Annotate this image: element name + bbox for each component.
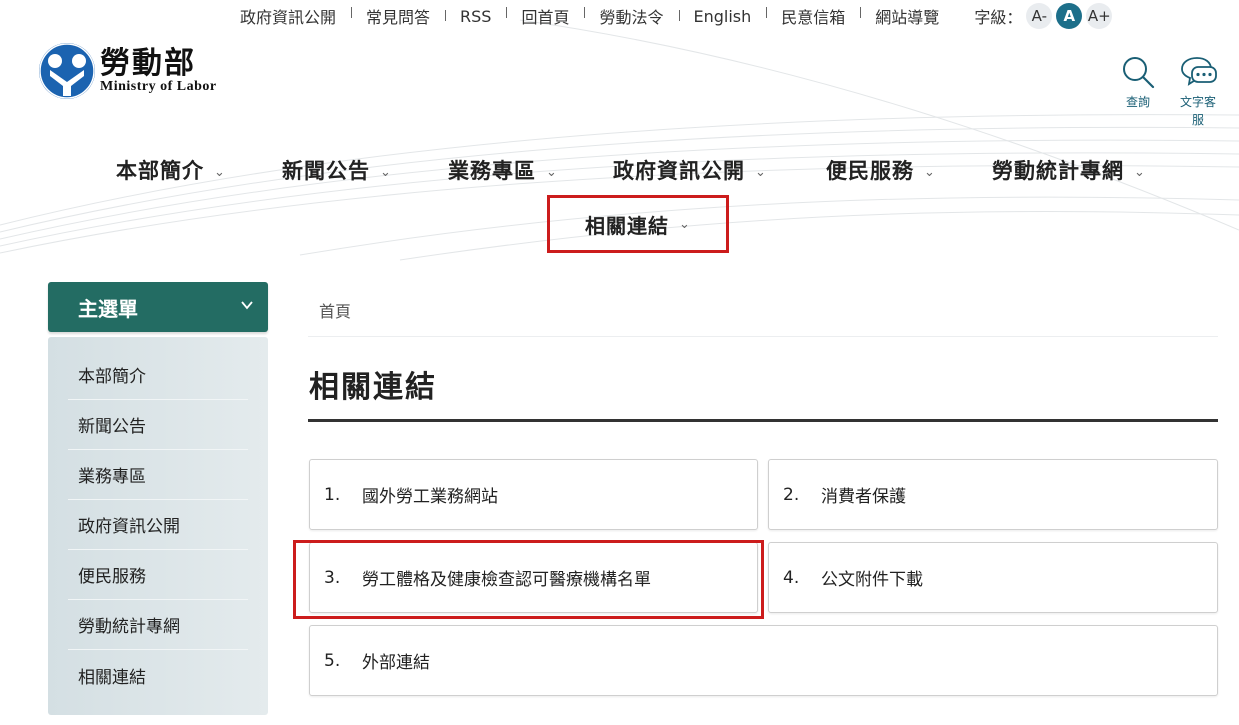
sidebar-item-about[interactable]: 本部簡介 [68, 350, 248, 400]
nav-item-label: 勞動統計專網 [992, 159, 1124, 183]
nav-item-gov-info[interactable]: 政府資訊公開 ⌄ [613, 155, 767, 185]
sidebar-menu: 本部簡介 新聞公告 業務專區 政府資訊公開 便民服務 勞動統計專網 相關連結 [48, 337, 268, 715]
nav-item-label: 本部簡介 [116, 159, 204, 183]
top-link-gov-info[interactable]: 政府資訊公開 [240, 4, 351, 28]
link-card-consumer-protection[interactable]: 2. 消費者保護 [768, 459, 1218, 530]
search-icon [1123, 57, 1155, 89]
top-link-labor-law[interactable]: 勞動法令 [584, 4, 678, 28]
sidebar-item-news[interactable]: 新聞公告 [68, 400, 248, 450]
breadcrumb-divider [308, 336, 1218, 337]
top-link-faq[interactable]: 常見問答 [351, 4, 445, 28]
nav-item-services[interactable]: 便民服務 ⌄ [826, 155, 936, 185]
link-number: 3. [324, 567, 341, 588]
nav-item-news[interactable]: 新聞公告 ⌄ [282, 155, 392, 185]
chevron-down-icon: ⌄ [679, 216, 691, 232]
link-number: 1. [324, 484, 341, 505]
font-size-larger-button[interactable]: A+ [1086, 3, 1113, 29]
font-size-smaller-button[interactable]: A- [1026, 3, 1053, 29]
chevron-down-icon: ⌄ [214, 164, 226, 180]
link-card-foreign-labor[interactable]: 1. 國外勞工業務網站 [309, 459, 758, 530]
link-card-document-downloads[interactable]: 4. 公文附件下載 [768, 542, 1218, 613]
logo-name-chinese: 勞動部 [100, 46, 196, 81]
page-title: 相關連結 [309, 370, 437, 405]
sidebar-main-menu-toggle[interactable]: 主選單 [48, 282, 268, 332]
link-number: 2. [783, 484, 800, 505]
top-link-english[interactable]: English [678, 7, 767, 26]
chat-label-line-2: 服 [1191, 113, 1204, 127]
link-label: 國外勞工業務網站 [362, 487, 498, 507]
nav-item-label: 業務專區 [448, 159, 536, 183]
link-label: 外部連結 [362, 653, 430, 673]
chat-bubble-icon [1181, 57, 1217, 86]
sidebar-item-services[interactable]: 便民服務 [68, 550, 248, 600]
sidebar-item-statistics[interactable]: 勞動統計專網 [68, 600, 248, 650]
chevron-down-icon: ⌄ [380, 164, 392, 180]
link-label: 消費者保護 [821, 487, 906, 507]
chevron-down-icon: ⌄ [1134, 164, 1146, 180]
font-size-label: 字級： [974, 8, 1023, 27]
font-size-control: 字級： A- A A+ [974, 3, 1113, 29]
top-link-mailbox[interactable]: 民意信箱 [766, 4, 860, 28]
nav-item-label: 便民服務 [826, 159, 914, 183]
sidebar-item-gov-info[interactable]: 政府資訊公開 [68, 500, 248, 550]
top-link-home[interactable]: 回首頁 [506, 4, 584, 28]
text-chat-button[interactable]: 文字客 服 [1176, 55, 1220, 129]
main-navigation: 本部簡介 ⌄ 新聞公告 ⌄ 業務專區 ⌄ 政府資訊公開 ⌄ 便民服務 ⌄ 勞動統計專網 ⌄ [0, 155, 1239, 189]
search-label: 查詢 [1125, 95, 1150, 109]
search-button[interactable]: 查詢 [1120, 55, 1156, 111]
link-card-external-links[interactable]: 5. 外部連結 [309, 625, 1218, 696]
nav-item-about[interactable]: 本部簡介 ⌄ [116, 155, 226, 185]
link-number: 5. [324, 650, 341, 671]
nav-item-statistics[interactable]: 勞動統計專網 ⌄ [992, 155, 1146, 185]
chevron-down-icon [241, 301, 253, 310]
nav-item-label: 政府資訊公開 [613, 159, 745, 183]
breadcrumb-home[interactable]: 首頁 [319, 298, 351, 322]
top-link-rss[interactable]: RSS [445, 7, 506, 26]
nav-item-related-links[interactable]: 相關連結 ⌄ [547, 195, 729, 253]
chat-label-line-1: 文字客 [1179, 95, 1216, 109]
top-utility-bar: 政府資訊公開 常見問答 RSS 回首頁 勞動法令 English 民意信箱 網站… [240, 3, 1113, 29]
chevron-down-icon: ⌄ [755, 164, 767, 180]
font-size-normal-button[interactable]: A [1056, 3, 1083, 29]
nav-item-label: 相關連結 [585, 213, 670, 238]
sidebar-item-related-links[interactable]: 相關連結 [68, 650, 248, 700]
chevron-down-icon: ⌄ [924, 164, 936, 180]
ministry-emblem-icon [39, 43, 95, 99]
chevron-down-icon: ⌄ [546, 164, 558, 180]
sidebar-title: 主選單 [78, 296, 138, 321]
nav-item-label: 新聞公告 [282, 159, 370, 183]
link-label: 勞工體格及健康檢查認可醫療機構名單 [362, 570, 651, 590]
logo-name-english: Ministry of Labor [100, 79, 217, 94]
link-card-health-check-institutions[interactable]: 3. 勞工體格及健康檢查認可醫療機構名單 [309, 542, 758, 613]
site-logo[interactable]: 勞動部 Ministry of Labor [38, 42, 217, 100]
link-label: 公文附件下載 [821, 570, 923, 590]
sidebar-item-business[interactable]: 業務專區 [68, 450, 248, 500]
link-number: 4. [783, 567, 800, 588]
nav-item-business[interactable]: 業務專區 ⌄ [448, 155, 558, 185]
top-link-sitemap[interactable]: 網站導覽 [860, 4, 954, 28]
title-divider [308, 419, 1218, 422]
